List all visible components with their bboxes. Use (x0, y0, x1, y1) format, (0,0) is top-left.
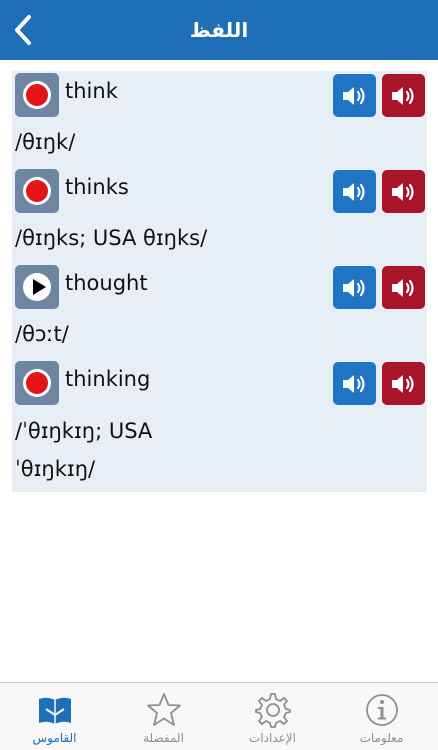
book-icon (39, 697, 71, 724)
us-speaker-button[interactable] (333, 74, 376, 117)
list-item: thinks /θɪŋks; USA θɪŋks/ (12, 167, 427, 263)
word-label: thinking (65, 367, 151, 391)
us-speaker-button[interactable] (333, 266, 376, 309)
ipa-transcription: /θɔːt/ (15, 322, 69, 346)
us-speaker-button[interactable] (333, 170, 376, 213)
word-label: thought (65, 271, 148, 295)
list-item: thought /θɔːt/ (12, 263, 427, 359)
pronunciation-list: think /θɪŋk/ thinks /θɪŋks; USA θɪŋks/ t… (12, 71, 427, 492)
star-icon (147, 693, 181, 726)
ipa-transcription: /θɪŋks; USA θɪŋks/ (15, 226, 208, 250)
uk-speaker-button[interactable] (382, 362, 425, 405)
tab-label: القاموس (32, 731, 77, 745)
uk-speaker-button[interactable] (382, 74, 425, 117)
tab-favorites[interactable]: المفضلة (109, 683, 218, 750)
page-title: اللفظ (189, 18, 249, 42)
word-row: thinking (12, 359, 427, 405)
speaker-icon (342, 86, 365, 105)
word-label: think (65, 79, 118, 103)
tab-info[interactable]: معلومات (327, 683, 436, 750)
word-row: thinks (12, 167, 427, 213)
list-item: think /θɪŋk/ (12, 71, 427, 167)
tab-label: معلومات (359, 731, 404, 745)
uk-speaker-button[interactable] (382, 170, 425, 213)
play-icon (23, 273, 51, 301)
speaker-icon (391, 86, 414, 105)
word-row: think (12, 71, 427, 117)
list-item: thinking /ˈθɪŋkɪŋ; USA ˈθɪŋkɪŋ/ (12, 359, 427, 492)
us-speaker-button[interactable] (333, 362, 376, 405)
record-button[interactable] (15, 361, 59, 405)
ipa-transcription: /θɪŋk/ (15, 130, 76, 154)
word-label: thinks (65, 175, 129, 199)
gear-icon (255, 693, 291, 728)
tab-settings[interactable]: الإعدادات (218, 683, 327, 750)
ipa-transcription: /ˈθɪŋkɪŋ; USA ˈθɪŋkɪŋ/ (15, 419, 153, 481)
info-icon (366, 694, 398, 726)
speaker-icon (391, 278, 414, 297)
tab-label: المفضلة (143, 731, 184, 745)
record-button[interactable] (15, 169, 59, 213)
tab-bar: القاموس المفضلة الإعدادات معلومات (0, 682, 438, 750)
speaker-icon (391, 182, 414, 201)
record-icon (23, 177, 51, 205)
record-icon (23, 369, 51, 397)
record-button[interactable] (15, 73, 59, 117)
speaker-icon (391, 374, 414, 393)
record-icon (23, 81, 51, 109)
word-row: thought (12, 263, 427, 309)
play-recording-button[interactable] (15, 265, 59, 309)
uk-speaker-button[interactable] (382, 266, 425, 309)
tab-label: الإعدادات (249, 731, 296, 745)
speaker-icon (342, 182, 365, 201)
nav-bar: اللفظ (0, 0, 438, 60)
tab-dictionary[interactable]: القاموس (0, 683, 109, 750)
speaker-icon (342, 278, 365, 297)
speaker-icon (342, 374, 365, 393)
